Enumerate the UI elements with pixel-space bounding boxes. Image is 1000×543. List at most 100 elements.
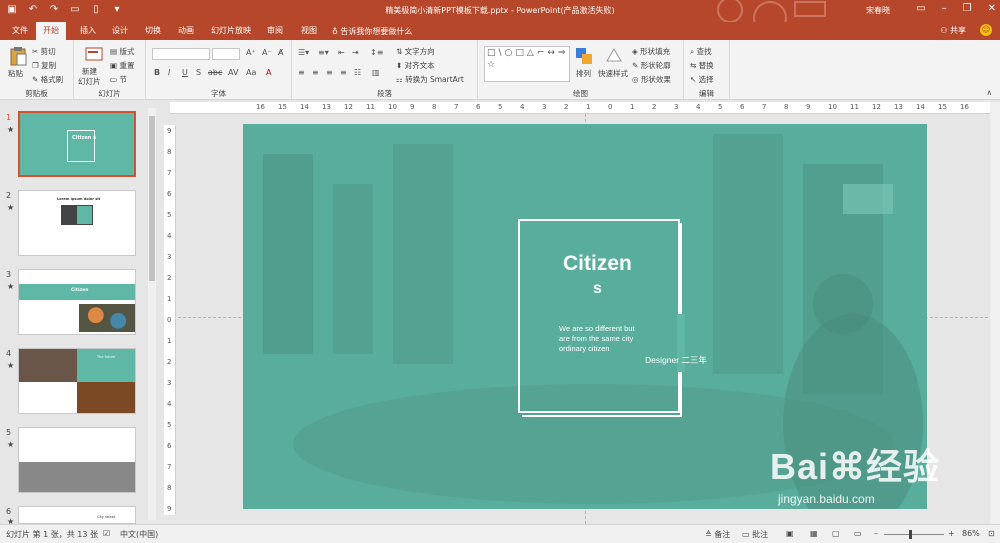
- format-painter-button[interactable]: ✎ 格式刷: [32, 74, 63, 85]
- ruler-tick: 7: [167, 463, 172, 471]
- tab-review[interactable]: 审阅: [263, 25, 287, 36]
- tab-view[interactable]: 视图: [297, 25, 321, 36]
- arrange-button[interactable]: 排列: [576, 68, 591, 79]
- ruler-tick: 9: [806, 103, 811, 111]
- text-direction-button[interactable]: ⇅ 文字方向: [396, 46, 435, 57]
- language-indicator[interactable]: 中文(中国): [120, 529, 158, 540]
- scrollbar-thumb[interactable]: [149, 116, 155, 281]
- zoom-out-icon[interactable]: –: [874, 529, 878, 538]
- align-text-button[interactable]: ⬍ 对齐文本: [396, 60, 435, 71]
- collapse-ribbon-icon[interactable]: ∧: [987, 88, 993, 97]
- tab-file[interactable]: 文件: [8, 25, 32, 36]
- share-button[interactable]: ⚇ 共享: [940, 25, 966, 36]
- copy-button[interactable]: ❐ 复制: [32, 60, 56, 71]
- justify-icon[interactable]: ≡: [340, 68, 347, 77]
- change-case-button[interactable]: Aa: [246, 68, 256, 77]
- shapes-gallery[interactable]: □\○□△⌐↔⇒⇩⌒{}☆: [484, 46, 570, 82]
- slide-thumb-6[interactable]: City street: [18, 506, 136, 524]
- new-slide-icon[interactable]: [84, 44, 104, 64]
- font-name-combo[interactable]: [152, 48, 210, 60]
- shape-effects-button[interactable]: ◎ 形状效果: [632, 74, 671, 85]
- slide-thumb-3[interactable]: Citizen: [18, 269, 136, 335]
- slide-thumb-5[interactable]: [18, 427, 136, 493]
- zoom-in-icon[interactable]: +: [948, 529, 955, 538]
- user-name[interactable]: 宋春晓: [866, 5, 890, 16]
- increase-indent-icon[interactable]: ⇥: [352, 48, 359, 57]
- slide-thumb-2[interactable]: Lorem ipsum dolor sit: [18, 190, 136, 256]
- bullets-icon[interactable]: ☰▾: [298, 48, 309, 57]
- shadow-button[interactable]: S: [196, 68, 201, 77]
- shape-fill-button[interactable]: ◈ 形状填充: [632, 46, 670, 57]
- reset-button[interactable]: ▣ 重置: [110, 60, 134, 71]
- comments-button[interactable]: ▭ 批注: [742, 529, 768, 540]
- canvas-scrollbar[interactable]: [990, 102, 1000, 524]
- normal-view-icon[interactable]: ▣: [786, 529, 794, 538]
- tab-design[interactable]: 设计: [108, 25, 132, 36]
- sorter-view-icon[interactable]: ▦: [810, 529, 818, 538]
- cut-button[interactable]: ✂ 剪切: [32, 46, 56, 57]
- slide-title-line2[interactable]: s: [593, 280, 602, 298]
- thumbnail-scrollbar[interactable]: [148, 108, 156, 520]
- tab-transitions[interactable]: 切换: [141, 25, 165, 36]
- restore-icon[interactable]: ❐: [963, 3, 972, 14]
- tab-slideshow[interactable]: 幻灯片放映: [207, 25, 255, 36]
- close-icon[interactable]: ✕: [988, 3, 996, 14]
- layout-button[interactable]: ▤ 版式: [110, 46, 134, 57]
- fit-slide-icon[interactable]: ⊡: [988, 529, 995, 538]
- slideshow-view-icon[interactable]: ▭: [854, 529, 862, 538]
- section-button[interactable]: ▭ 节: [110, 74, 127, 85]
- quick-styles-button[interactable]: 快速样式: [598, 68, 628, 79]
- italic-button[interactable]: I: [168, 68, 170, 77]
- feedback-smiley-icon[interactable]: ☺: [980, 24, 992, 36]
- tell-me-box[interactable]: ♁ 告诉我你想要做什么: [332, 26, 412, 37]
- decrease-font-icon[interactable]: A⁻: [262, 48, 272, 57]
- select-button[interactable]: ↖ 选择: [690, 74, 714, 85]
- columns-icon[interactable]: ▥: [372, 68, 380, 77]
- tab-animations[interactable]: 动画: [174, 25, 198, 36]
- shape-outline-button[interactable]: ✎ 形状轮廓: [632, 60, 671, 71]
- new-slide-dropdown[interactable]: 幻灯片: [78, 76, 101, 87]
- zoom-slider-knob[interactable]: [909, 530, 912, 539]
- replace-button[interactable]: ⇆ 替换: [690, 60, 714, 71]
- reading-view-icon[interactable]: ▢: [832, 529, 840, 538]
- slide-thumb-1[interactable]: Citizen s: [18, 111, 136, 177]
- font-color-button[interactable]: A: [266, 68, 271, 77]
- font-size-combo[interactable]: [212, 48, 240, 60]
- notes-button[interactable]: ≜ 备注: [705, 529, 730, 540]
- arrange-icon[interactable]: [574, 46, 594, 66]
- tab-home[interactable]: 开始: [36, 22, 66, 40]
- quick-styles-icon[interactable]: [604, 46, 624, 66]
- zoom-slider[interactable]: [884, 534, 944, 535]
- slide-title-line1[interactable]: Citizen: [563, 252, 632, 276]
- slide-designer[interactable]: Designer 二三年: [645, 354, 707, 366]
- line-spacing-icon[interactable]: ↕≡: [370, 48, 383, 57]
- clear-format-icon[interactable]: A̸: [278, 48, 283, 57]
- tab-insert[interactable]: 插入: [76, 25, 100, 36]
- underline-button[interactable]: U: [182, 68, 188, 77]
- ruler-tick: 14: [300, 103, 309, 111]
- spellcheck-icon[interactable]: ☑: [103, 529, 110, 538]
- char-spacing-button[interactable]: AV: [228, 68, 238, 77]
- numbering-icon[interactable]: ≡▾: [318, 48, 329, 57]
- find-button[interactable]: ⌕ 查找: [690, 46, 712, 57]
- paste-button[interactable]: 粘贴: [8, 68, 23, 79]
- align-center-icon[interactable]: ≡: [312, 68, 319, 77]
- strikethrough-button[interactable]: abc: [208, 68, 222, 77]
- bold-button[interactable]: B: [154, 68, 160, 77]
- minimize-icon[interactable]: –: [942, 3, 947, 14]
- ribbon-options-icon[interactable]: ▭: [916, 3, 925, 14]
- zoom-level[interactable]: 86%: [962, 529, 980, 538]
- slide-thumb-4[interactable]: The future: [18, 348, 136, 414]
- paint-bucket-icon: ◈: [632, 47, 641, 56]
- effects-icon: ◎: [632, 75, 641, 84]
- align-left-icon[interactable]: ≡: [298, 68, 305, 77]
- increase-font-icon[interactable]: A⁺: [246, 48, 256, 57]
- decrease-indent-icon[interactable]: ⇤: [338, 48, 345, 57]
- slide-description[interactable]: We are so different but are from the sam…: [559, 324, 639, 354]
- paste-icon[interactable]: [8, 46, 28, 66]
- align-right-icon[interactable]: ≡: [326, 68, 333, 77]
- ruler-tick: 8: [784, 103, 789, 111]
- smartart-button[interactable]: ⚏ 转换为 SmartArt: [396, 74, 464, 85]
- ruler-tick: 4: [167, 400, 172, 408]
- distribute-icon[interactable]: ☷: [354, 68, 361, 77]
